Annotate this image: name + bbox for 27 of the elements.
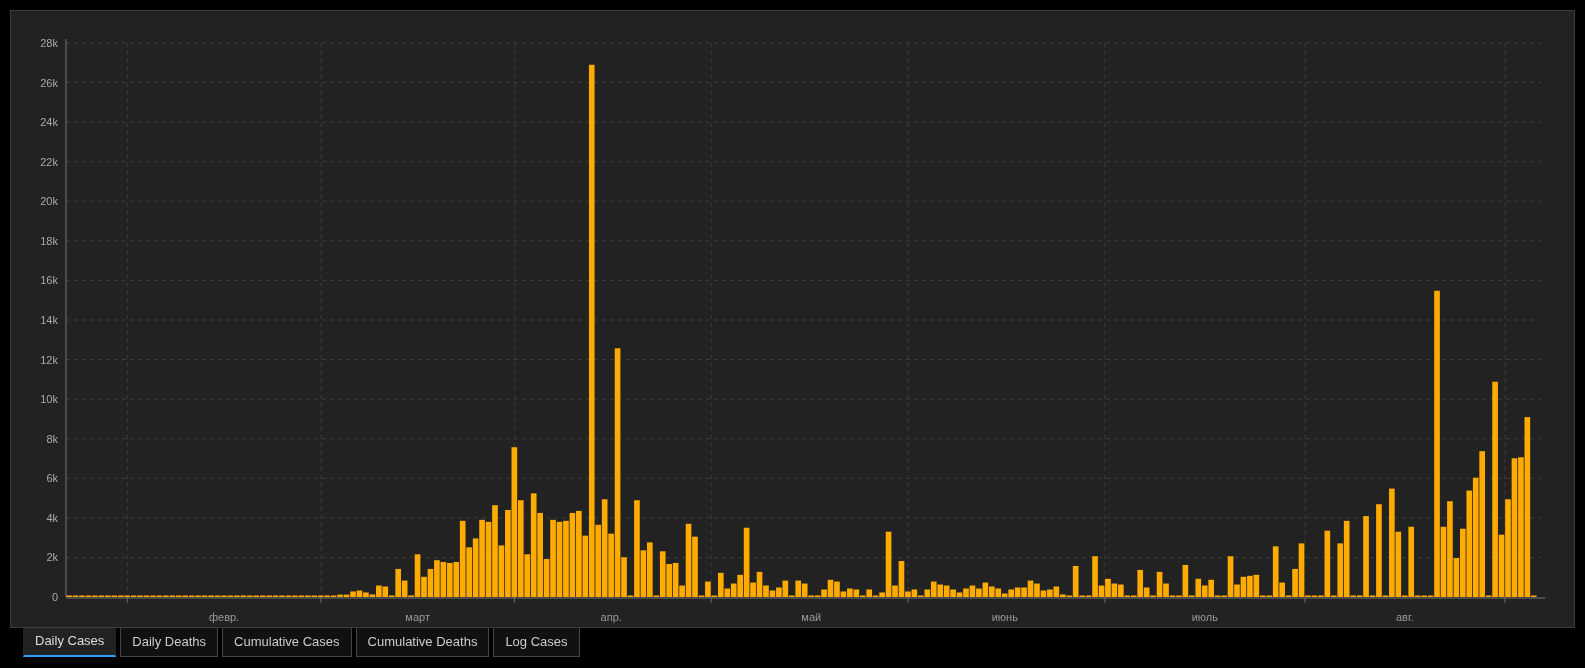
y-tick-label: 24k bbox=[40, 116, 58, 129]
x-tick-label: авг. bbox=[1396, 611, 1414, 623]
y-tick-label: 10k bbox=[40, 393, 58, 406]
y-tick-label: 20k bbox=[40, 195, 58, 208]
y-tick-label: 4k bbox=[46, 511, 58, 524]
y-tick-label: 6k bbox=[46, 472, 58, 485]
tab[interactable]: Cumulative Deaths bbox=[355, 628, 490, 657]
x-tick-label: март bbox=[405, 611, 430, 623]
y-tick-label: 0 bbox=[51, 591, 58, 603]
tab[interactable]: Daily Cases bbox=[23, 628, 117, 657]
x-tick-label: февр. bbox=[209, 611, 240, 623]
x-tick-label: апр. bbox=[600, 611, 622, 623]
y-tick-label: 22k bbox=[40, 155, 58, 168]
tab[interactable]: Cumulative Cases bbox=[222, 628, 352, 657]
y-tick-label: 16k bbox=[40, 274, 58, 287]
y-tick-label: 2k bbox=[46, 551, 58, 564]
y-tick-label: 8k bbox=[46, 432, 58, 445]
x-tick-label: июль bbox=[1191, 611, 1218, 623]
y-tick-label: 12k bbox=[40, 353, 58, 366]
x-tick-label: май bbox=[801, 611, 822, 623]
y-tick-label: 28k bbox=[40, 37, 58, 49]
tab[interactable]: Log Cases bbox=[493, 628, 580, 657]
tab[interactable]: Daily Deaths bbox=[120, 628, 219, 657]
y-tick-label: 14k bbox=[40, 314, 58, 326]
x-tick-label: июнь bbox=[991, 611, 1018, 623]
y-tick-label: 26k bbox=[40, 76, 58, 89]
y-tick-label: 18k bbox=[40, 234, 58, 247]
